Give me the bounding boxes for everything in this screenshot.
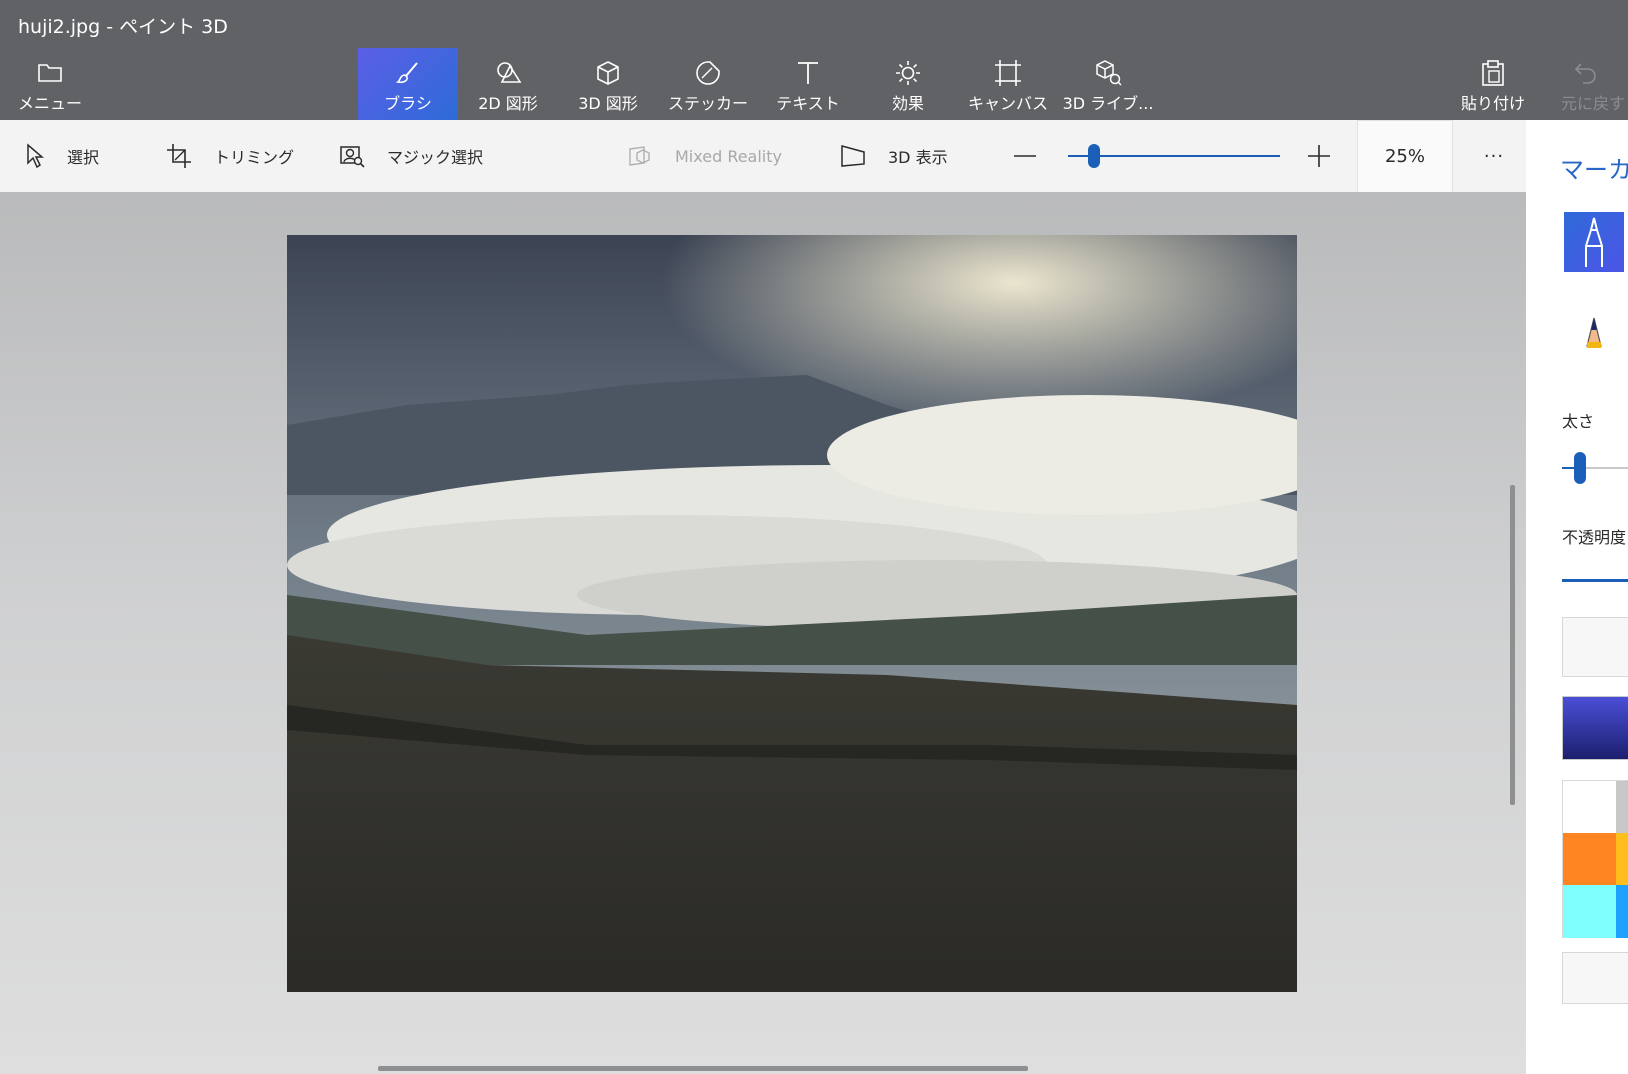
- panel-title: マーカー: [1560, 156, 1628, 184]
- plus-icon: [1308, 145, 1330, 167]
- cube-icon: [558, 56, 658, 90]
- folder-icon: [18, 56, 82, 90]
- menu-button[interactable]: メニュー: [18, 48, 82, 120]
- menu-label: メニュー: [18, 94, 83, 113]
- opacity-label: 不透明度: [1562, 528, 1627, 547]
- horizontal-scrollbar[interactable]: [378, 1066, 1028, 1071]
- magic-select-label: マジック選択: [387, 148, 484, 167]
- color-swatch-cyan[interactable]: [1563, 885, 1616, 938]
- paste-button[interactable]: 貼り付け: [1443, 48, 1543, 120]
- magic-select-button[interactable]: マジック選択: [339, 120, 483, 192]
- thickness-slider[interactable]: [1562, 452, 1628, 484]
- effects-button[interactable]: 効果: [858, 48, 958, 120]
- view-3d-button[interactable]: 3D 表示: [840, 120, 948, 192]
- mountain-photo: [287, 235, 1297, 992]
- color-swatch-gray[interactable]: [1616, 781, 1628, 834]
- zoom-in-button[interactable]: [1306, 120, 1332, 192]
- secondary-toolbar: 選択 トリミング マジック選択 Mixed Reality 3D 表示 25% …: [0, 120, 1526, 193]
- canvas-button[interactable]: キャンバス: [958, 48, 1058, 120]
- main-toolbar: メニュー ブラシ 2D 図形 3D 図形 ステッカー テキスト 効果 キャンバス…: [0, 48, 1628, 120]
- crop-label: トリミング: [214, 148, 295, 167]
- more-icon: ···: [1483, 145, 1505, 167]
- canvas-crop-icon: [958, 56, 1058, 90]
- more-options-button[interactable]: ···: [1474, 120, 1514, 192]
- vertical-scrollbar[interactable]: [1510, 485, 1515, 805]
- undo-icon: [1543, 56, 1628, 90]
- window-title: huji2.jpg - ペイント 3D: [18, 16, 228, 38]
- color-swatch-yellow[interactable]: [1616, 833, 1628, 886]
- library-3d-label: 3D ライブ...: [1062, 94, 1154, 113]
- zoom-out-button[interactable]: [1012, 120, 1038, 192]
- pencil-icon: [1586, 317, 1602, 348]
- canvas-image[interactable]: [287, 235, 1297, 992]
- brush-label: ブラシ: [384, 94, 432, 113]
- crop-button[interactable]: トリミング: [166, 120, 294, 192]
- stickers-label: ステッカー: [667, 94, 748, 113]
- paste-label: 貼り付け: [1460, 94, 1525, 113]
- zoom-value: 25%: [1384, 146, 1425, 167]
- color-swatch-blue[interactable]: [1616, 885, 1628, 938]
- add-color-box[interactable]: [1562, 952, 1628, 1004]
- minus-icon: [1014, 155, 1036, 157]
- shapes-2d-icon: [458, 56, 558, 90]
- magic-select-icon: [339, 143, 365, 169]
- shapes-2d-button[interactable]: 2D 図形: [458, 48, 558, 120]
- color-swatch-orange[interactable]: [1563, 833, 1616, 886]
- marker-icon: [1585, 217, 1603, 267]
- zoom-percentage-field[interactable]: 25%: [1357, 120, 1453, 193]
- thickness-label: 太さ: [1562, 412, 1595, 431]
- mixed-reality-icon: [627, 143, 653, 169]
- marker-tool-option[interactable]: [1564, 212, 1624, 272]
- sun-icon: [858, 56, 958, 90]
- canvas-area[interactable]: [0, 192, 1526, 1074]
- opacity-slider-track[interactable]: [1562, 579, 1628, 582]
- text-label: テキスト: [776, 94, 840, 113]
- canvas-label: キャンバス: [967, 94, 1048, 113]
- library-3d-icon: [1058, 56, 1158, 90]
- view-3d-label: 3D 表示: [888, 148, 948, 167]
- undo-label: 元に戻す: [1561, 94, 1626, 113]
- shapes-3d-button[interactable]: 3D 図形: [558, 48, 658, 120]
- thickness-slider-thumb[interactable]: [1574, 452, 1586, 484]
- text-button[interactable]: テキスト: [758, 48, 858, 120]
- select-button[interactable]: 選択: [25, 120, 99, 192]
- view-3d-icon: [840, 144, 866, 168]
- stickers-button[interactable]: ステッカー: [658, 48, 758, 120]
- shapes-3d-label: 3D 図形: [578, 94, 638, 113]
- zoom-slider-thumb[interactable]: [1088, 144, 1100, 168]
- brush-side-panel: マーカー 太さ 不透明度: [1526, 120, 1628, 1074]
- cursor-icon: [25, 143, 45, 169]
- mixed-reality-label: Mixed Reality: [675, 146, 782, 166]
- brush-preview-box: [1562, 617, 1628, 677]
- paste-icon: [1443, 56, 1543, 90]
- mixed-reality-button[interactable]: Mixed Reality: [627, 120, 782, 192]
- selected-color-swatch[interactable]: [1562, 696, 1628, 760]
- title-bar: huji2.jpg - ペイント 3D: [0, 0, 1628, 48]
- text-t-icon: [758, 56, 858, 90]
- library-3d-button[interactable]: 3D ライブ...: [1058, 48, 1158, 120]
- crop-icon: [166, 143, 192, 169]
- pencil-tool-option[interactable]: [1564, 296, 1624, 356]
- select-label: 選択: [67, 148, 100, 167]
- brush-icon: [358, 56, 458, 90]
- sticker-icon: [658, 56, 758, 90]
- undo-button[interactable]: 元に戻す: [1543, 48, 1628, 120]
- shapes-2d-label: 2D 図形: [478, 94, 538, 113]
- brush-tool-button[interactable]: ブラシ: [358, 48, 458, 120]
- effects-label: 効果: [891, 94, 924, 113]
- color-palette: [1562, 780, 1628, 938]
- zoom-slider[interactable]: [1068, 144, 1280, 168]
- color-swatch-white[interactable]: [1563, 781, 1616, 834]
